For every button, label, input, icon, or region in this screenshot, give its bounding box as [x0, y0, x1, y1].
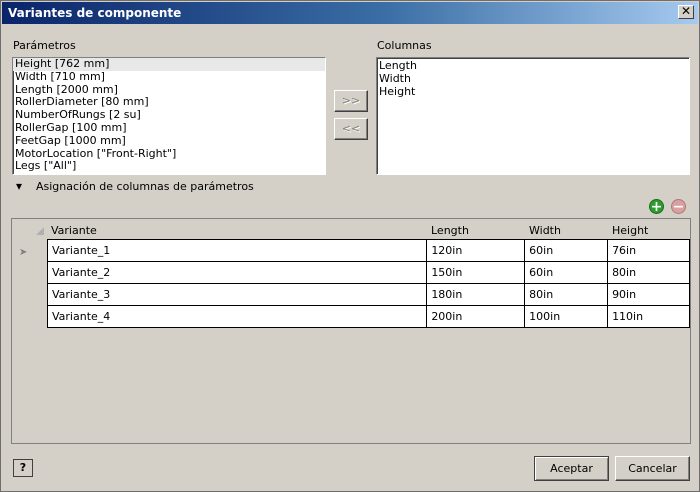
help-icon: ? [19, 461, 27, 474]
add-column-button[interactable]: >> [334, 90, 368, 112]
cell-length[interactable]: 150in [426, 261, 526, 284]
columns-label: Columnas [377, 39, 432, 52]
cancel-button[interactable]: Cancelar [615, 456, 690, 481]
window-title: Variantes de componente [8, 6, 182, 20]
cancel-label: Cancelar [628, 462, 677, 475]
column-header-height[interactable]: Height [612, 224, 648, 237]
dialog-window: Variantes de componente ✕ Parámetros Hei… [0, 0, 700, 492]
cell-width[interactable]: 60in [524, 239, 609, 262]
cell-height[interactable]: 90in [607, 283, 690, 306]
parameter-item[interactable]: Legs ["All"] [13, 160, 325, 173]
cell-length[interactable]: 120in [426, 239, 526, 262]
remove-row-glyph: − [672, 199, 685, 215]
remove-column-button[interactable]: << [334, 118, 368, 140]
table-row[interactable]: Variante_1 120in 60in 76in [46, 239, 690, 262]
remove-column-label: << [341, 122, 361, 135]
column-header-width[interactable]: Width [529, 224, 561, 237]
variants-table: Variante_1 120in 60in 76in Variante_2 15… [46, 239, 690, 328]
column-item[interactable]: Height [377, 85, 689, 99]
column-header-length[interactable]: Length [431, 224, 469, 237]
parameters-list[interactable]: Height [762 mm] Width [710 mm] Length [2… [12, 57, 326, 175]
cell-variant[interactable]: Variante_4 [46, 305, 428, 328]
help-button[interactable]: ? [13, 459, 33, 477]
parameters-label: Parámetros [13, 39, 76, 52]
table-row[interactable]: Variante_3 180in 80in 90in [46, 283, 690, 306]
parameter-item[interactable]: FeetGap [1000 mm] [13, 134, 325, 148]
cell-variant[interactable]: Variante_3 [46, 283, 428, 306]
cell-height[interactable]: 110in [607, 305, 690, 328]
accept-label: Aceptar [550, 462, 593, 475]
cell-width[interactable]: 100in [524, 305, 609, 328]
table-row[interactable]: Variante_2 150in 60in 80in [46, 261, 690, 284]
table-row[interactable]: Variante_4 200in 100in 110in [46, 305, 690, 328]
cell-variant[interactable]: Variante_2 [46, 261, 428, 284]
cell-length[interactable]: 180in [426, 283, 526, 306]
column-item[interactable]: Length [377, 59, 689, 73]
title-bar[interactable]: Variantes de componente ✕ [2, 2, 698, 24]
remove-row-icon[interactable]: − [671, 199, 686, 214]
cell-length[interactable]: 200in [426, 305, 526, 328]
parameter-item[interactable]: Width [710 mm] [13, 70, 325, 84]
variants-grid[interactable]: Variante Length Width Height ➤ Variante_… [11, 218, 691, 444]
add-column-label: >> [341, 94, 361, 107]
column-header-variant[interactable]: Variante [51, 224, 97, 237]
close-icon: ✕ [680, 4, 692, 18]
cell-width[interactable]: 60in [524, 261, 609, 284]
grid-header: Variante Length Width Height [12, 219, 690, 239]
accept-button[interactable]: Aceptar [534, 456, 609, 481]
chevron-down-icon[interactable]: ▾ [16, 179, 22, 193]
add-row-icon[interactable]: + [649, 199, 664, 214]
cell-variant[interactable]: Variante_1 [46, 239, 428, 262]
current-row-icon: ➤ [19, 247, 28, 258]
cell-width[interactable]: 80in [524, 283, 609, 306]
cell-height[interactable]: 76in [607, 239, 690, 262]
cell-height[interactable]: 80in [607, 261, 690, 284]
mapping-section-label[interactable]: Asignación de columnas de parámetros [36, 180, 254, 193]
grid-corner-icon [36, 227, 44, 235]
parameter-item[interactable]: RollerGap [100 mm] [13, 121, 325, 135]
close-button[interactable]: ✕ [678, 5, 694, 19]
column-item[interactable]: Width [377, 72, 689, 86]
columns-list[interactable]: Length Width Height [376, 57, 690, 175]
parameter-item[interactable]: Height [762 mm] [13, 58, 325, 71]
add-row-glyph: + [650, 199, 663, 215]
